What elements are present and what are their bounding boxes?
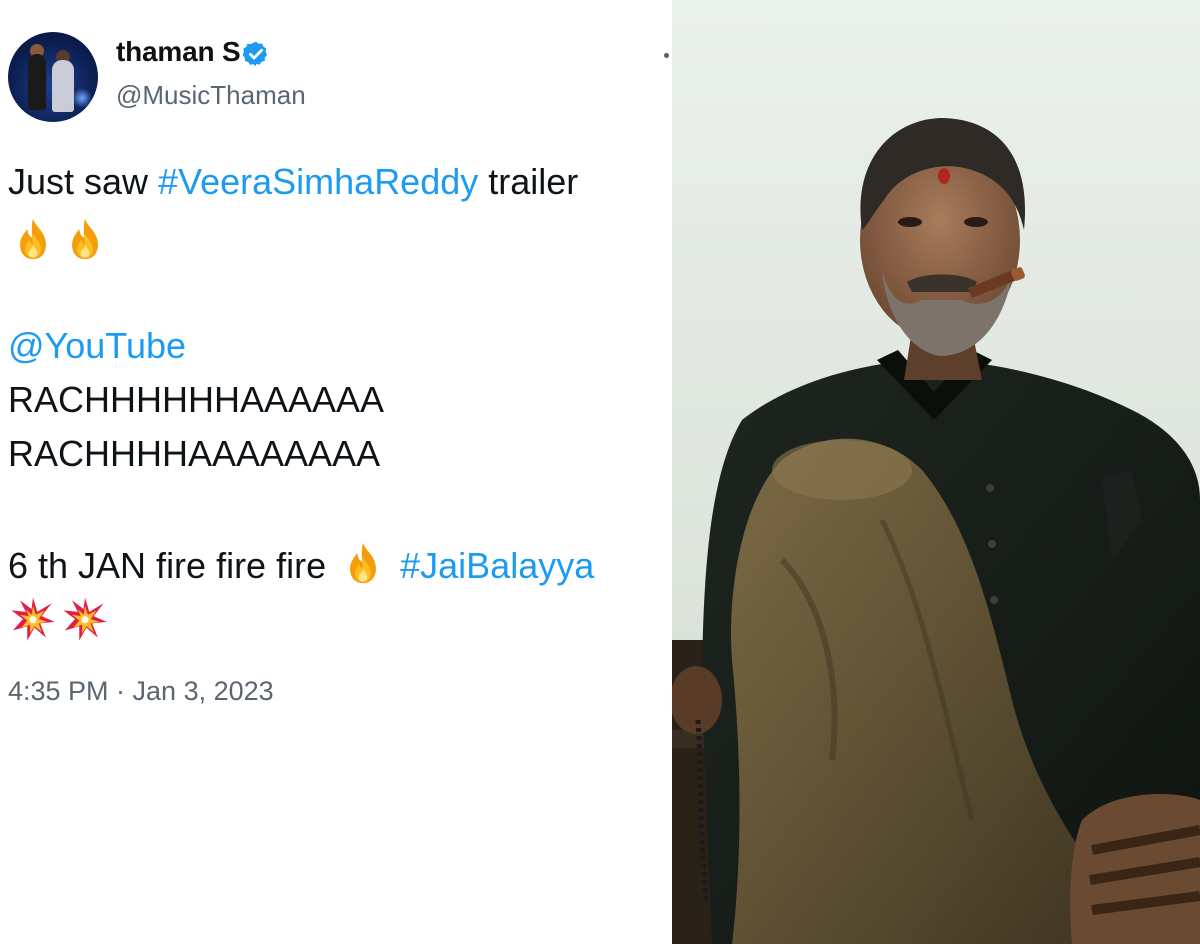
tweet-text-rach-1: RACHHHHHHAAAAAA bbox=[8, 379, 385, 420]
movie-still-photo bbox=[672, 0, 1200, 944]
fire-icon bbox=[340, 540, 386, 586]
verified-badge-icon bbox=[242, 41, 268, 67]
hashtag-jaibalayya[interactable]: #JaiBalayya bbox=[400, 545, 594, 586]
tweet-card: thaman S @MusicThaman Just saw #VeeraSim… bbox=[0, 0, 672, 944]
collision-icon bbox=[10, 596, 56, 642]
mention-youtube[interactable]: @YouTube bbox=[8, 324, 186, 368]
author-handle[interactable]: @MusicThaman bbox=[116, 80, 306, 111]
man-seated-illustration bbox=[672, 0, 1200, 944]
tweet-text-rach-2: RACHHHHAAAAAAAA bbox=[8, 433, 381, 474]
fire-icon bbox=[62, 216, 108, 262]
fire-icon bbox=[10, 216, 56, 262]
tweet-text-line-1: Just saw #VeeraSimhaReddy trailer bbox=[8, 161, 579, 202]
collision-emoji-row bbox=[10, 596, 108, 642]
collision-icon bbox=[62, 596, 108, 642]
author-name[interactable]: thaman S bbox=[116, 36, 241, 68]
tweet-timestamp[interactable]: 4:35 PM · Jan 3, 2023 bbox=[8, 676, 274, 707]
fire-emoji-row bbox=[10, 216, 108, 262]
avatar[interactable] bbox=[8, 32, 98, 122]
hashtag-veerasimhareddy[interactable]: #VeeraSimhaReddy bbox=[158, 161, 478, 202]
tweet-text-date-line: 6 th JAN fire fire fire #JaiBalayya bbox=[8, 540, 594, 588]
more-options-icon[interactable] bbox=[664, 53, 669, 58]
